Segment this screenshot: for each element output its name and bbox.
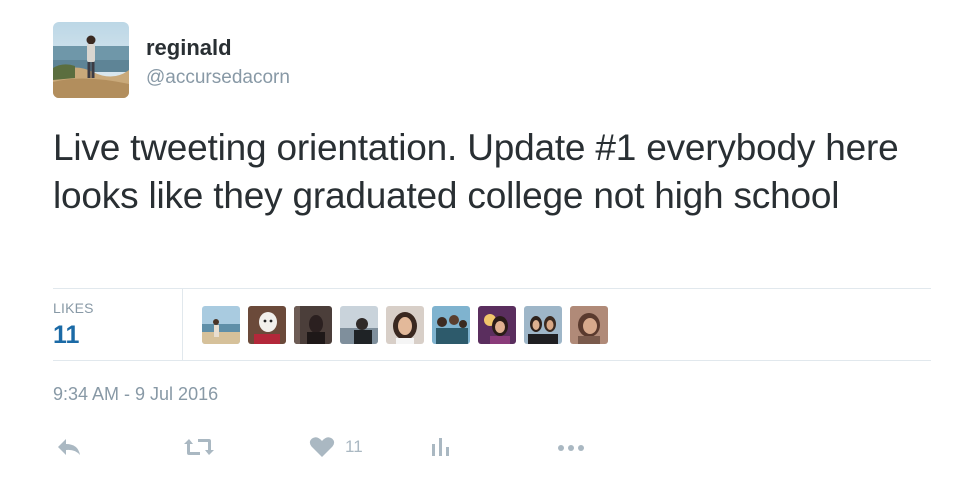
analytics-button[interactable] — [430, 428, 452, 466]
liker-avatar[interactable] — [570, 306, 608, 344]
stats-divider-top — [53, 288, 931, 289]
screen-name[interactable]: @accursedacorn — [146, 66, 290, 90]
tweet-text: Live tweeting orientation. Update #1 eve… — [53, 127, 899, 216]
timestamp[interactable]: 9:34 AM - 9 Jul 2016 — [53, 384, 218, 405]
liker-avatar[interactable] — [524, 306, 562, 344]
like-button[interactable]: 11 — [309, 428, 363, 466]
display-name[interactable]: reginald — [146, 34, 232, 62]
liker-avatar[interactable] — [386, 306, 424, 344]
liker-avatars — [202, 306, 608, 344]
stats-divider-bottom — [53, 360, 931, 361]
avatar[interactable] — [53, 22, 129, 98]
liker-avatar[interactable] — [340, 306, 378, 344]
avatar-image — [53, 22, 129, 98]
action-bar: 11 — [0, 428, 980, 468]
liker-avatar[interactable] — [432, 306, 470, 344]
likes-count[interactable]: 11 — [53, 321, 79, 350]
more-button[interactable] — [555, 428, 589, 466]
reply-icon — [58, 439, 80, 455]
more-icon — [558, 445, 584, 451]
liker-avatar[interactable] — [478, 306, 516, 344]
stats-vertical-divider — [182, 289, 183, 360]
heart-icon — [309, 437, 335, 457]
like-count: 11 — [345, 437, 363, 456]
retweet-button[interactable] — [182, 428, 216, 466]
retweet-icon — [184, 439, 214, 455]
tweet-card: reginald @accursedacorn Live tweeting or… — [0, 0, 980, 484]
likes-label: LIKES — [53, 300, 94, 316]
liker-avatar[interactable] — [248, 306, 286, 344]
liker-avatar[interactable] — [202, 306, 240, 344]
liker-avatar[interactable] — [294, 306, 332, 344]
analytics-icon — [432, 438, 449, 456]
reply-button[interactable] — [55, 428, 83, 466]
